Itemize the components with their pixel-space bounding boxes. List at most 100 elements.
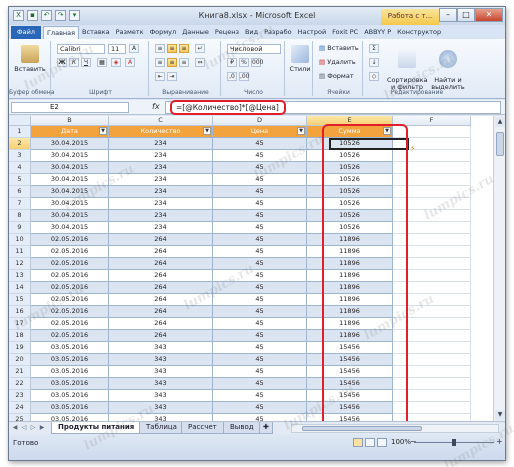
sum-cell[interactable]: 10526: [307, 198, 393, 210]
grow-font-icon[interactable]: A: [129, 44, 139, 53]
row-header[interactable]: 24: [9, 402, 31, 414]
decrease-decimal-icon[interactable]: ,00: [239, 72, 250, 81]
delete-cells-button[interactable]: ▤ Удалить: [319, 58, 356, 66]
merge-icon[interactable]: ⇔: [195, 58, 205, 67]
row-header[interactable]: 12: [9, 258, 31, 270]
row-header[interactable]: 11: [9, 246, 31, 258]
tab-insert[interactable]: Вставка: [79, 26, 113, 39]
column-header-b[interactable]: B: [31, 116, 109, 126]
empty-cell[interactable]: [393, 222, 471, 234]
empty-cell[interactable]: [393, 270, 471, 282]
maximize-button[interactable]: □: [457, 8, 475, 22]
row-header[interactable]: 18: [9, 330, 31, 342]
empty-cell[interactable]: [393, 258, 471, 270]
styles-button[interactable]: Стили: [289, 45, 311, 73]
date-cell[interactable]: 30.04.2015: [31, 162, 109, 174]
autosum-icon[interactable]: Σ: [369, 44, 379, 53]
quantity-cell[interactable]: 234: [109, 150, 213, 162]
quantity-cell[interactable]: 234: [109, 138, 213, 150]
row-header[interactable]: 22: [9, 378, 31, 390]
paste-button[interactable]: Вставить: [13, 45, 47, 73]
sum-cell[interactable]: 10526: [307, 174, 393, 186]
first-sheet-icon[interactable]: ◀: [11, 424, 19, 432]
filter-dropdown-icon[interactable]: ▼: [203, 127, 211, 135]
worksheet-grid[interactable]: B C D E F 1 Дата ▼ Количество ▼ Цена ▼ Сумма ▼ 2 30.04.…: [9, 116, 493, 421]
row-header[interactable]: 7: [9, 198, 31, 210]
price-cell[interactable]: 45: [213, 222, 307, 234]
quantity-cell[interactable]: 264: [109, 282, 213, 294]
quantity-cell[interactable]: 343: [109, 390, 213, 402]
zoom-slider-knob[interactable]: [452, 439, 456, 446]
tab-foxit[interactable]: Foxit PC: [329, 26, 361, 39]
date-cell[interactable]: 02.05.2016: [31, 282, 109, 294]
tab-page-layout[interactable]: Разметк: [113, 26, 147, 39]
price-cell[interactable]: 45: [213, 390, 307, 402]
wrap-text-icon[interactable]: ↵: [195, 44, 205, 53]
insert-cells-button[interactable]: ▤ Вставить: [319, 44, 359, 52]
quantity-cell[interactable]: 264: [109, 294, 213, 306]
clear-icon[interactable]: ◇: [369, 72, 379, 81]
select-all-corner[interactable]: [9, 116, 31, 126]
row-header[interactable]: 16: [9, 306, 31, 318]
filter-dropdown-icon[interactable]: ▼: [297, 127, 305, 135]
quantity-cell[interactable]: 343: [109, 366, 213, 378]
price-cell[interactable]: 45: [213, 234, 307, 246]
empty-cell[interactable]: [393, 246, 471, 258]
price-cell[interactable]: 45: [213, 210, 307, 222]
autocorrect-options-icon[interactable]: ⚡: [410, 145, 418, 153]
price-cell[interactable]: 45: [213, 174, 307, 186]
tab-abbyy[interactable]: ABBYY P: [361, 26, 394, 39]
formula-text[interactable]: =[@Количество]*[@Цена]: [170, 100, 286, 115]
date-cell[interactable]: 02.05.2016: [31, 234, 109, 246]
scroll-down-icon[interactable]: ▼: [495, 410, 505, 420]
next-sheet-icon[interactable]: ▷: [29, 424, 37, 432]
sheet-tab-products[interactable]: Продукты питания: [51, 422, 142, 434]
increase-indent-icon[interactable]: ⇥: [167, 72, 177, 81]
number-format-select[interactable]: Числовой: [227, 44, 281, 54]
empty-cell[interactable]: [393, 390, 471, 402]
quantity-cell[interactable]: 234: [109, 198, 213, 210]
font-name-select[interactable]: Calibri: [57, 44, 105, 54]
empty-cell[interactable]: [393, 414, 471, 421]
date-cell[interactable]: 02.05.2016: [31, 306, 109, 318]
sheet-tab-table[interactable]: Таблица: [139, 422, 184, 434]
align-bottom-icon[interactable]: ≡: [179, 44, 189, 53]
empty-cell[interactable]: [393, 198, 471, 210]
empty-cell[interactable]: [393, 306, 471, 318]
date-cell[interactable]: 02.05.2016: [31, 294, 109, 306]
page-break-view-icon[interactable]: [377, 438, 387, 447]
empty-cell[interactable]: [393, 318, 471, 330]
sum-cell[interactable]: 15456: [307, 390, 393, 402]
format-cells-button[interactable]: ▤ Формат: [319, 72, 354, 80]
font-size-select[interactable]: 11: [108, 44, 126, 54]
price-cell[interactable]: 45: [213, 198, 307, 210]
sum-cell[interactable]: 15456: [307, 342, 393, 354]
sum-cell[interactable]: 11896: [307, 234, 393, 246]
row-header[interactable]: 6: [9, 186, 31, 198]
date-cell[interactable]: 03.05.2016: [31, 378, 109, 390]
normal-view-icon[interactable]: [353, 438, 363, 447]
align-left-icon[interactable]: ≡: [155, 58, 165, 67]
price-cell[interactable]: 45: [213, 138, 307, 150]
row-header[interactable]: 4: [9, 162, 31, 174]
tab-data[interactable]: Данные: [179, 26, 212, 39]
sum-cell[interactable]: 11896: [307, 318, 393, 330]
quantity-cell[interactable]: 343: [109, 354, 213, 366]
date-cell[interactable]: 30.04.2015: [31, 222, 109, 234]
column-header-f[interactable]: F: [393, 116, 471, 126]
filter-dropdown-icon[interactable]: ▼: [99, 127, 107, 135]
sum-cell[interactable]: 10526: [307, 186, 393, 198]
sheet-tab-calculation[interactable]: Рассчет: [181, 422, 224, 434]
tab-formulas[interactable]: Формул: [147, 26, 180, 39]
align-middle-icon[interactable]: ≡: [167, 44, 177, 53]
quantity-cell[interactable]: 343: [109, 402, 213, 414]
underline-icon[interactable]: Ч: [81, 58, 91, 67]
row-header[interactable]: 14: [9, 282, 31, 294]
italic-icon[interactable]: К: [69, 58, 79, 67]
quantity-cell[interactable]: 264: [109, 318, 213, 330]
price-cell[interactable]: 45: [213, 186, 307, 198]
price-cell[interactable]: 45: [213, 414, 307, 421]
empty-cell[interactable]: [393, 126, 471, 138]
tab-file[interactable]: Файл: [11, 26, 41, 39]
thousands-icon[interactable]: 000: [251, 58, 263, 67]
